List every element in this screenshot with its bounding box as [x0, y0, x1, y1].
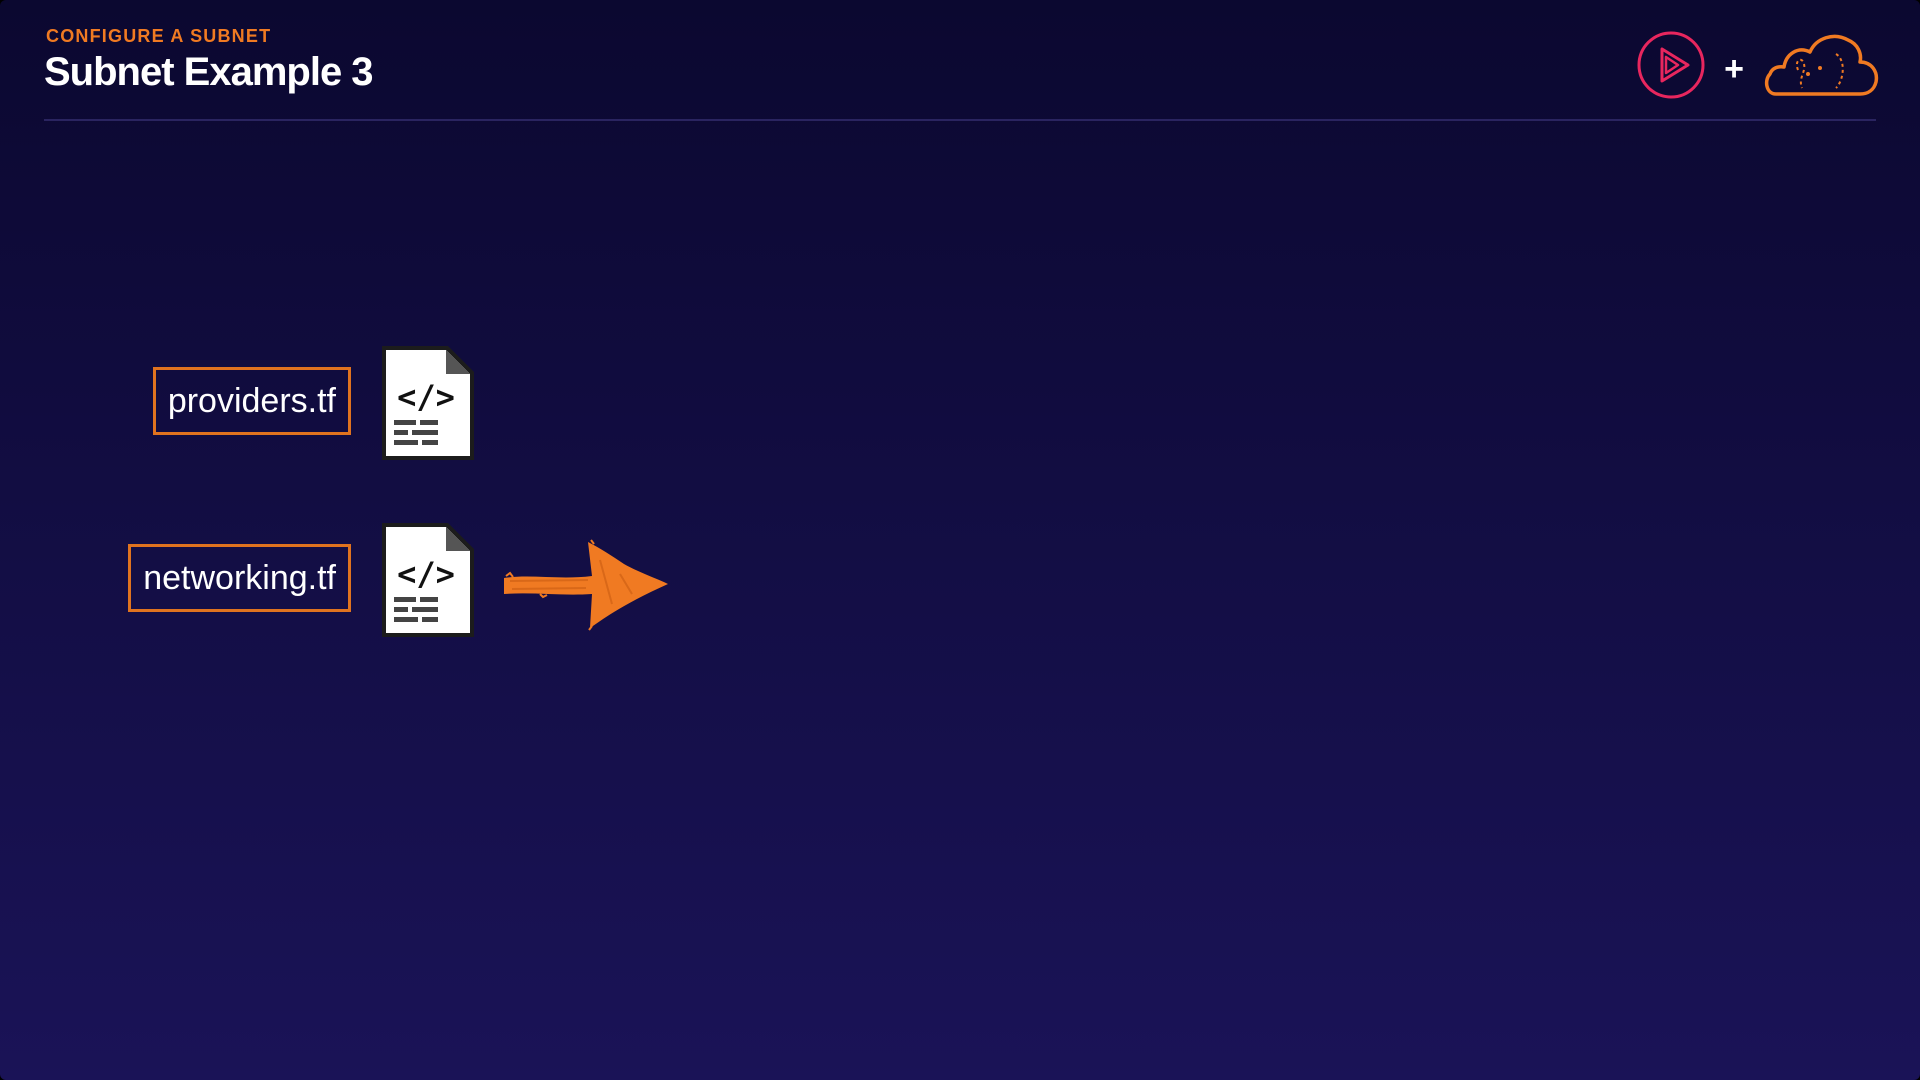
svg-text:</>: </> — [397, 378, 455, 416]
code-file-icon: </> — [378, 342, 478, 469]
aws-cloud-icon — [1762, 30, 1880, 105]
file-item-networking: networking.tf — [128, 544, 351, 612]
code-file-icon: </> — [378, 519, 478, 646]
file-item-providers: providers.tf — [152, 367, 351, 435]
brand-logos: + — [1636, 30, 1880, 105]
plus-separator: + — [1724, 49, 1744, 88]
pluralsight-play-logo-icon — [1636, 30, 1706, 105]
slide-title: Subnet Example 3 — [44, 50, 374, 94]
header-divider — [44, 119, 1876, 121]
section-kicker: CONFIGURE A SUBNET — [46, 26, 272, 46]
file-label-networking: networking.tf — [128, 544, 351, 612]
file-label-providers: providers.tf — [152, 367, 351, 435]
svg-text:</>: </> — [397, 555, 455, 593]
slide: CONFIGURE A SUBNET Subnet Example 3 + pr… — [0, 0, 1920, 1080]
orange-arrow-right-icon — [500, 534, 672, 637]
